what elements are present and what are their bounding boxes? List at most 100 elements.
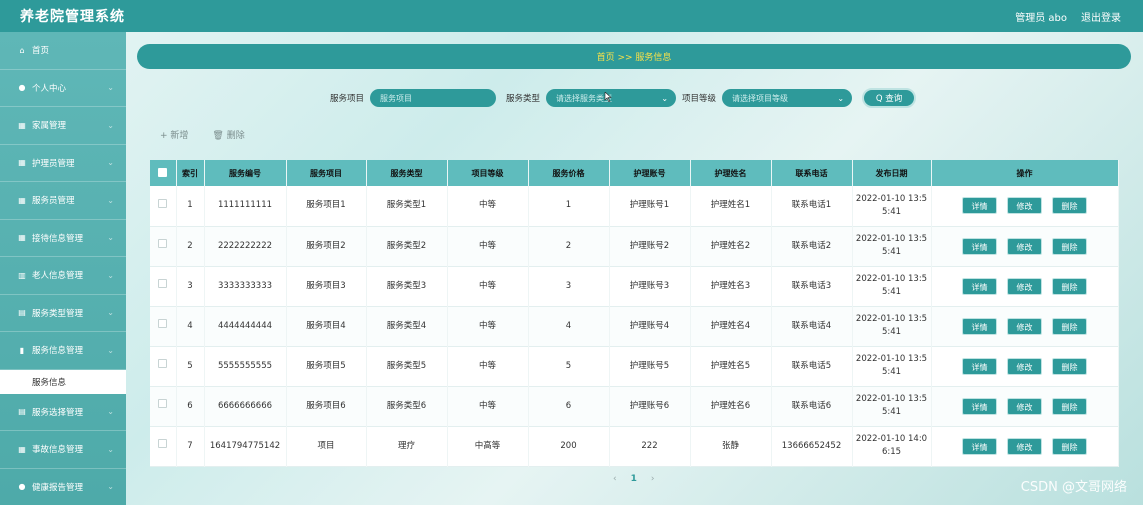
chevron-down-icon: ⌄ [107,444,114,454]
sidebar-item[interactable]: ● 个人中心 ⌄ [0,70,126,107]
cell-price: 5 [528,346,610,386]
level-select-placeholder: 请选择项目等级 [732,93,789,103]
cell-code: 1641794775142 [204,426,287,466]
sidebar-item[interactable]: ▦ 家属管理 ⌄ [0,107,126,145]
delete-button[interactable]: 删除 [1052,397,1087,415]
detail-button[interactable]: 详情 [962,197,997,215]
item-input[interactable]: 服务项目 [370,89,497,107]
cell-acct: 护理账号3 [609,266,691,306]
column-header: 项目等级 [447,160,529,186]
edit-button[interactable]: 修改 [1007,397,1042,415]
cell-actions: 详情 修改 删除 [931,386,1119,426]
top-right-links: 管理员 abo 退出登录 [1015,9,1121,24]
delete-button[interactable]: 删除 [1052,437,1087,455]
select-all-checkbox[interactable] [158,167,168,177]
cell-idx: 4 [176,306,205,346]
delete-selected-button[interactable]: 🗑 删除 [212,128,244,141]
sidebar-item-label: 首页 [32,46,50,57]
edit-button[interactable]: 修改 [1007,277,1042,295]
cell-idx: 7 [176,426,205,466]
sidebar-item-label: 家属管理 [32,121,67,132]
row-checkbox[interactable] [158,399,168,408]
sidebar-item[interactable]: ▮ 服务信息管理 ⌄ [0,332,126,370]
row-select-cell [150,386,177,426]
detail-button[interactable]: 详情 [962,317,997,335]
row-checkbox[interactable] [158,319,168,328]
sidebar-item-label: 个人中心 [32,83,67,94]
cell-type: 服务类型2 [366,226,448,266]
chevron-down-icon: ⌄ [107,158,114,168]
row-checkbox[interactable] [158,359,168,368]
delete-button[interactable]: 删除 [1052,317,1087,335]
prev-page-button[interactable]: ‹ [613,474,617,484]
delete-button[interactable]: 删除 [1052,237,1087,255]
date-line: 2022-01-10 13:5 [855,193,928,204]
row-checkbox[interactable] [158,198,168,208]
add-button[interactable]: + 新增 [160,128,188,141]
cell-level: 中等 [447,266,529,306]
detail-button[interactable]: 详情 [962,237,997,255]
cell-date: 2022-01-10 14:0 6:15 [852,426,932,466]
query-button[interactable]: Q 查询 [862,88,917,108]
sidebar-item[interactable]: ▦ 服务员管理 ⌄ [0,182,126,220]
logout-button[interactable]: 退出登录 [1081,9,1121,24]
date-line: 5:41 [881,327,902,337]
mouse-cursor-icon [604,92,612,102]
sidebar-subitem-service-info[interactable]: 服务信息 [0,369,126,394]
chart-icon: ▮ [19,345,25,355]
sidebar-item[interactable]: ▦ 护理员管理 ⌄ [0,145,126,182]
cell-code: 5555555555 [204,346,287,386]
chevron-down-icon: ⌄ [107,482,114,492]
row-checkbox[interactable] [158,439,168,448]
sidebar-item[interactable]: ⌂ 首页 [0,32,126,70]
row-checkbox[interactable] [158,239,168,248]
edit-button[interactable]: 修改 [1007,237,1042,255]
chevron-down-icon: ⌄ [107,345,114,355]
list-icon: ▤ [18,308,26,318]
cell-level: 中等 [447,306,529,346]
date-line: 5:41 [881,287,902,297]
sidebar-item[interactable]: ▦ 接待信息管理 ⌄ [0,220,126,257]
table-row: 7 1641794775142 项目 理疗 中高等 200 222 张静 13666652452… [150,426,1119,466]
edit-button[interactable]: 修改 [1007,317,1042,335]
current-page[interactable]: 1 [631,474,637,484]
date-line: 6:15 [881,447,902,457]
cell-item: 服务项目4 [286,306,367,346]
cell-item: 服务项目3 [286,266,367,306]
trash-icon: 🗑 [212,131,224,141]
delete-button[interactable]: 删除 [1052,357,1087,375]
breadcrumb: 首页 >> 服务信息 [137,44,1131,69]
edit-button[interactable]: 修改 [1007,197,1042,215]
detail-button[interactable]: 详情 [962,397,997,415]
detail-button[interactable]: 详情 [962,277,997,295]
chevron-down-icon: ⌄ [107,407,114,417]
user-icon: ● [18,83,26,93]
detail-button[interactable]: 详情 [962,437,997,455]
column-header: 服务编号 [204,160,287,186]
cell-item: 服务项目6 [286,386,367,426]
sidebar-item[interactable]: ▤ 服务选择管理 ⌄ [0,394,126,431]
sidebar-item[interactable]: ● 健康报告管理 ⌄ [0,469,126,505]
grid-icon: ▦ [18,120,26,130]
sidebar-item-label: 护理员管理 [32,158,75,169]
delete-button[interactable]: 删除 [1052,197,1087,215]
next-page-button[interactable]: › [651,474,655,484]
cell-price: 4 [528,306,610,346]
cell-item: 项目 [286,426,367,466]
detail-button[interactable]: 详情 [962,357,997,375]
cell-code: 6666666666 [204,386,287,426]
sidebar-item[interactable]: ▤ 服务类型管理 ⌄ [0,295,126,332]
cell-phone: 联系电话1 [771,186,853,226]
cell-level: 中等 [447,386,529,426]
cell-phone: 联系电话5 [771,346,853,386]
edit-button[interactable]: 修改 [1007,437,1042,455]
column-header: 发布日期 [852,160,932,186]
edit-button[interactable]: 修改 [1007,357,1042,375]
level-select[interactable]: 请选择项目等级 ⌄ [722,89,853,107]
sidebar-item[interactable]: ▦ 事故信息管理 ⌄ [0,431,126,469]
date-line: 5:41 [881,247,902,257]
cell-acct: 护理账号5 [609,346,691,386]
sidebar-item[interactable]: ▥ 老人信息管理 ⌄ [0,257,126,295]
delete-button[interactable]: 删除 [1052,277,1087,295]
row-checkbox[interactable] [158,279,168,288]
